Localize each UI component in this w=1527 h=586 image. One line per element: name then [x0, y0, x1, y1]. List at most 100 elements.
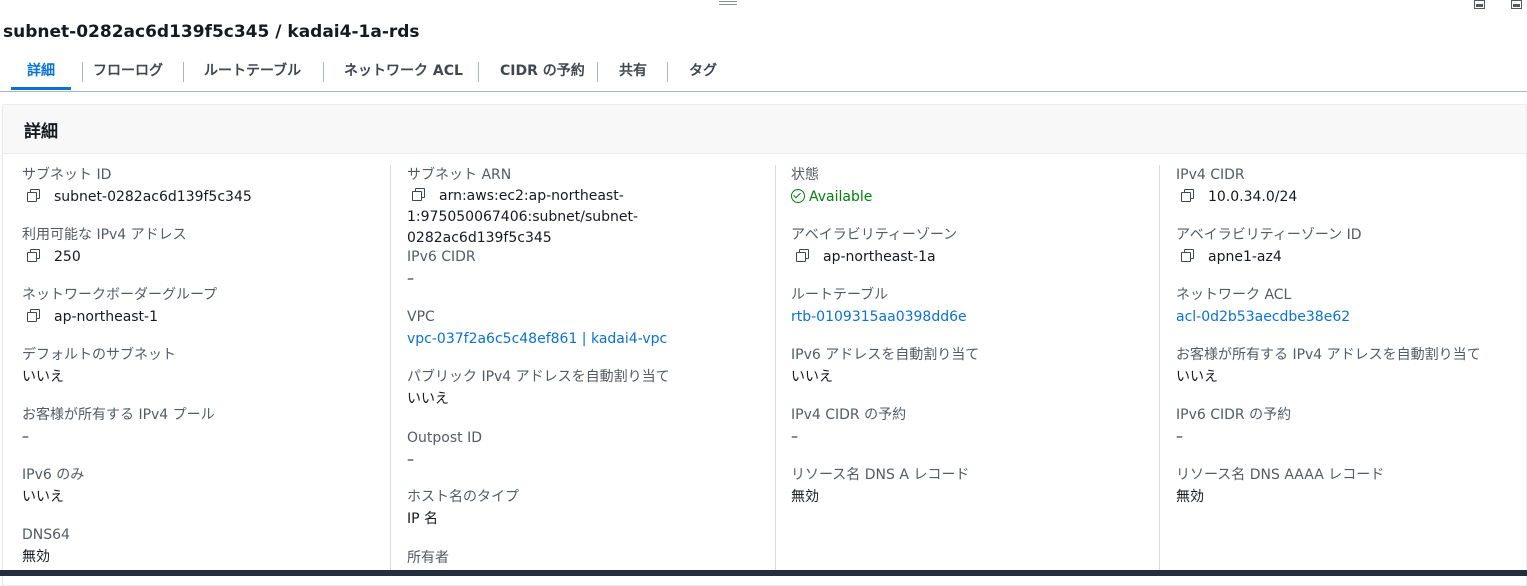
field-label: IPv6 アドレスを自動割り当て [791, 347, 980, 363]
field-value: – [407, 452, 414, 468]
field-value: 無効 [1176, 489, 1204, 505]
drag-handle-icon[interactable] [719, 1, 737, 7]
field-dns64: DNS64 無効 [22, 525, 392, 568]
copy-icon[interactable] [412, 188, 426, 202]
field-label: ホスト名のタイプ [407, 489, 519, 505]
field-label: DNS64 [22, 527, 70, 543]
copy-icon[interactable] [27, 309, 41, 323]
field-value: いいえ [791, 369, 833, 385]
field-availability-zone-id: アベイラビリティーゾーン ID apne1-az4 [1176, 225, 1527, 268]
tab-flow-logs[interactable]: フローログ [93, 56, 163, 90]
tab-sharing[interactable]: 共有 [619, 56, 647, 90]
field-value: いいえ [407, 391, 449, 407]
ipv4-cidr-value: 10.0.34.0/24 [1208, 189, 1298, 205]
window-control-icon[interactable] [1511, 0, 1522, 9]
tab-separator [667, 62, 668, 82]
field-label: ネットワークボーダーグループ [22, 287, 218, 303]
field-label: アベイラビリティーゾーン ID [1176, 227, 1362, 243]
field-available-ipv4: 利用可能な IPv4 アドレス 250 [22, 225, 392, 268]
field-resource-dns-aaaa: リソース名 DNS AAAA レコード 無効 [1176, 465, 1527, 508]
copy-icon[interactable] [1181, 249, 1195, 263]
network-border-group-value: ap-northeast-1 [54, 309, 159, 325]
field-label: IPv4 CIDR の予約 [791, 407, 907, 423]
field-label: ネットワーク ACL [1176, 287, 1292, 303]
field-label: デフォルトのサブネット [22, 347, 176, 363]
available-ipv4-value: 250 [54, 249, 81, 265]
field-route-table: ルートテーブル rtb-0109315aa0398dd6e [791, 285, 1161, 328]
field-ipv6-cidr-reservations: IPv6 CIDR の予約 – [1176, 405, 1527, 448]
status-text: Available [809, 189, 873, 205]
field-value: ap-northeast-1a [791, 246, 1161, 268]
field-value: – [791, 429, 798, 445]
field-ipv4-cidr-reservations: IPv4 CIDR の予約 – [791, 405, 1161, 448]
field-value: 無効 [22, 549, 50, 565]
field-ipv6-cidr: IPv6 CIDR – [407, 247, 777, 290]
field-label: VPC [407, 309, 435, 325]
tab-separator [82, 62, 83, 82]
tab-cidr-reservations[interactable]: CIDR の予約 [500, 56, 585, 90]
field-label: サブネット ID [22, 167, 112, 183]
window-control-icon[interactable] [1474, 0, 1485, 9]
field-state: 状態 Available [791, 165, 1161, 208]
tab-tags[interactable]: タグ [689, 56, 717, 90]
tab-route-table[interactable]: ルートテーブル [204, 56, 301, 90]
panel-header: 詳細 [3, 105, 1526, 154]
field-subnet-id: サブネット ID subnet-0282ac6d139f5c345 [22, 165, 392, 208]
field-label: Outpost ID [407, 430, 482, 446]
field-vpc: VPC vpc-037f2a6c5c48ef861 | kadai4-vpc [407, 307, 777, 350]
availability-zone-value: ap-northeast-1a [823, 249, 936, 265]
network-acl-link[interactable]: acl-0d2b53aecdbe38e62 [1176, 306, 1527, 328]
subnet-arn-line-1: arn:aws:ec2:ap-northeast- [439, 188, 624, 204]
field-label: パブリック IPv4 アドレスを自動割り当て [407, 369, 670, 385]
field-value: – [407, 271, 414, 287]
field-label: IPv4 CIDR [1176, 167, 1245, 183]
field-value: – [22, 429, 29, 445]
column-divider [775, 165, 776, 576]
availability-zone-id-value: apne1-az4 [1208, 249, 1282, 265]
field-value: subnet-0282ac6d139f5c345 [22, 186, 392, 208]
column-divider [390, 165, 391, 576]
bottom-bar [0, 570, 1527, 576]
tab-network-acl[interactable]: ネットワーク ACL [344, 56, 463, 90]
field-value: apne1-az4 [1176, 246, 1527, 268]
field-label: IPv6 CIDR [407, 249, 476, 265]
field-default-subnet: デフォルトのサブネット いいえ [22, 345, 392, 388]
field-availability-zone: アベイラビリティーゾーン ap-northeast-1a [791, 225, 1161, 268]
field-outpost-id: Outpost ID – [407, 428, 777, 471]
tab-separator [597, 62, 598, 82]
field-subnet-arn: サブネット ARN arn:aws:ec2:ap-northeast- 1:975… [407, 165, 777, 249]
field-value: 10.0.34.0/24 [1176, 186, 1527, 208]
subnet-arn-line-2: 1:975050067406:subnet/subnet-0282ac6d139… [407, 209, 639, 246]
copy-icon[interactable] [796, 249, 810, 263]
field-owner: 所有者 [407, 548, 777, 568]
field-label: アベイラビリティーゾーン [791, 227, 958, 243]
field-value: arn:aws:ec2:ap-northeast- 1:975050067406:… [407, 186, 777, 249]
field-label: 所有者 [407, 550, 449, 566]
field-value: 無効 [791, 489, 819, 505]
field-label: サブネット ARN [407, 167, 512, 183]
field-label: リソース名 DNS AAAA レコード [1176, 467, 1385, 483]
field-value: 250 [22, 246, 392, 268]
copy-icon[interactable] [1181, 189, 1195, 203]
field-label: IPv6 のみ [22, 467, 85, 483]
vpc-link[interactable]: vpc-037f2a6c5c48ef861 | kadai4-vpc [407, 328, 777, 350]
field-value: いいえ [1176, 369, 1218, 385]
status-badge: Available [791, 186, 1161, 208]
field-ipv6-only: IPv6 のみ いいえ [22, 465, 392, 508]
field-value: – [1176, 429, 1183, 445]
field-network-border-group: ネットワークボーダーグループ ap-northeast-1 [22, 285, 392, 328]
field-value: ap-northeast-1 [22, 306, 392, 328]
field-value: いいえ [22, 489, 64, 505]
field-label: お客様が所有する IPv4 アドレスを自動割り当て [1176, 347, 1481, 363]
route-table-link[interactable]: rtb-0109315aa0398dd6e [791, 306, 1161, 328]
copy-icon[interactable] [27, 189, 41, 203]
field-value: いいえ [22, 369, 64, 385]
field-label: リソース名 DNS A レコード [791, 467, 970, 483]
copy-icon[interactable] [27, 249, 41, 263]
tab-details[interactable]: 詳細 [11, 56, 71, 90]
field-auto-assign-public-ipv4: パブリック IPv4 アドレスを自動割り当て いいえ [407, 367, 777, 410]
tabs-divider [0, 91, 1527, 92]
field-auto-assign-ipv6: IPv6 アドレスを自動割り当て いいえ [791, 345, 1161, 388]
field-value: IP 名 [407, 511, 439, 527]
field-label: 利用可能な IPv4 アドレス [22, 227, 187, 243]
